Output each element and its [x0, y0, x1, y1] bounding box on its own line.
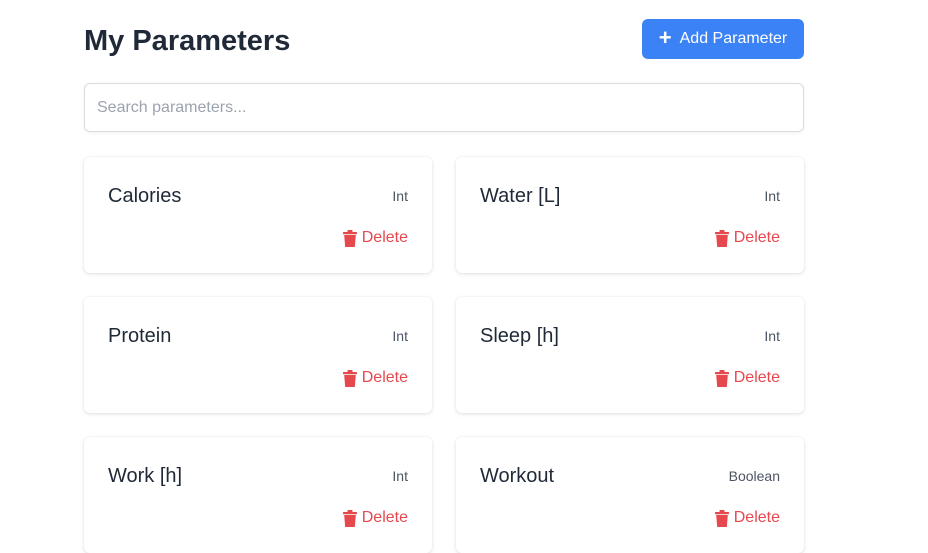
trash-icon — [342, 229, 357, 247]
delete-label: Delete — [361, 509, 408, 526]
trash-icon — [714, 369, 729, 387]
parameter-name: Calories — [108, 185, 182, 207]
delete-button[interactable]: Delete — [714, 229, 780, 247]
add-parameter-label: Add Parameter — [679, 30, 788, 47]
parameter-card: Calories Int Delete — [84, 157, 432, 273]
trash-icon — [342, 369, 357, 387]
parameter-name: Protein — [108, 325, 172, 347]
parameter-name: Workout — [480, 465, 555, 487]
delete-button[interactable]: Delete — [342, 229, 408, 247]
page-title: My Parameters — [84, 25, 291, 57]
delete-button[interactable]: Delete — [714, 369, 780, 387]
trash-icon — [714, 509, 729, 527]
delete-button[interactable]: Delete — [342, 369, 408, 387]
parameter-type: Boolean — [728, 468, 780, 484]
delete-label: Delete — [733, 509, 780, 526]
delete-label: Delete — [733, 229, 780, 246]
parameter-card: Sleep [h] Int Delete — [456, 297, 804, 413]
trash-icon — [342, 509, 357, 527]
parameter-name: Work [h] — [108, 465, 183, 487]
page-header: My Parameters + Add Parameter — [84, 0, 804, 83]
parameter-card: Work [h] Int Delete — [84, 437, 432, 553]
delete-label: Delete — [361, 229, 408, 246]
parameter-name: Water [L] — [480, 185, 561, 207]
delete-label: Delete — [733, 369, 780, 386]
search-input[interactable] — [84, 83, 804, 132]
parameter-type: Int — [764, 328, 780, 344]
parameter-type: Int — [392, 328, 408, 344]
add-parameter-button[interactable]: + Add Parameter — [642, 19, 804, 59]
delete-button[interactable]: Delete — [342, 509, 408, 527]
parameter-name: Sleep [h] — [480, 325, 559, 347]
delete-button[interactable]: Delete — [714, 509, 780, 527]
parameter-card: Protein Int Delete — [84, 297, 432, 413]
delete-label: Delete — [361, 369, 408, 386]
parameter-type: Int — [764, 188, 780, 204]
parameter-card: Water [L] Int Delete — [456, 157, 804, 273]
parameter-type: Int — [392, 468, 408, 484]
plus-icon: + — [658, 25, 672, 50]
parameters-page: My Parameters + Add Parameter Calories I… — [84, 0, 804, 553]
parameter-card: Workout Boolean Delete — [456, 437, 804, 553]
parameter-type: Int — [392, 188, 408, 204]
trash-icon — [714, 229, 729, 247]
